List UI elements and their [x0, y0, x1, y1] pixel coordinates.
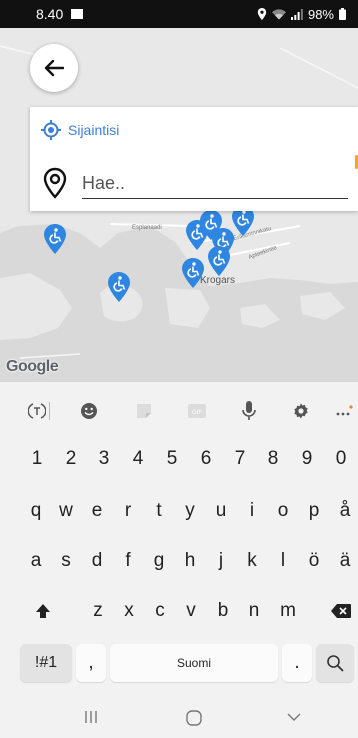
- location-status-icon: [257, 8, 267, 20]
- signal-icon: [290, 8, 303, 20]
- chevron-down-icon: [287, 713, 301, 721]
- key-u[interactable]: u: [208, 492, 234, 530]
- my-location-label: Sijaintisi: [68, 122, 120, 138]
- google-attribution: Google: [6, 358, 59, 375]
- key-d[interactable]: d: [84, 542, 110, 580]
- key-y[interactable]: y: [177, 492, 203, 530]
- gif-icon[interactable]: GIF: [185, 400, 209, 422]
- key-a[interactable]: a: [23, 542, 49, 580]
- key-7[interactable]: 7: [227, 440, 253, 478]
- more-icon[interactable]: [334, 400, 354, 422]
- my-location-button[interactable]: Sijaintisi: [40, 119, 119, 141]
- arrow-left-icon: [44, 59, 64, 77]
- key-9[interactable]: 9: [294, 440, 320, 478]
- key-o-umlaut[interactable]: ö: [301, 542, 327, 580]
- key-r[interactable]: r: [115, 492, 141, 530]
- key-l[interactable]: l: [270, 542, 296, 580]
- key-1[interactable]: 1: [24, 440, 50, 478]
- shift-key[interactable]: [30, 592, 56, 630]
- key-z[interactable]: z: [85, 592, 111, 630]
- key-2[interactable]: 2: [58, 440, 84, 478]
- key-i[interactable]: i: [239, 492, 265, 530]
- gif-label: GIF: [192, 410, 202, 416]
- key-8[interactable]: 8: [260, 440, 286, 478]
- my-location-icon: [41, 120, 61, 140]
- symbols-key[interactable]: !#1: [20, 644, 72, 682]
- location-pin-icon: [43, 167, 67, 199]
- key-e[interactable]: e: [84, 492, 110, 530]
- key-4[interactable]: 4: [125, 440, 151, 478]
- key-p[interactable]: p: [301, 492, 327, 530]
- status-right: 98%: [257, 7, 346, 22]
- key-s[interactable]: s: [53, 542, 79, 580]
- key-n[interactable]: n: [241, 592, 267, 630]
- keyboard-toolbar: GIF: [0, 382, 358, 438]
- image-notification-icon: [71, 9, 84, 19]
- emoji-icon[interactable]: [78, 400, 100, 422]
- key-t[interactable]: t: [146, 492, 172, 530]
- key-5[interactable]: 5: [159, 440, 185, 478]
- mic-icon[interactable]: [239, 400, 259, 422]
- battery-percent: 98%: [307, 6, 334, 22]
- key-w[interactable]: w: [53, 492, 79, 530]
- search-key[interactable]: [316, 644, 354, 682]
- key-q[interactable]: q: [23, 492, 49, 530]
- key-v[interactable]: v: [178, 592, 204, 630]
- key-a-umlaut[interactable]: ä: [332, 542, 358, 580]
- key-o[interactable]: o: [270, 492, 296, 530]
- comma-key[interactable]: ,: [76, 644, 106, 682]
- key-0[interactable]: 0: [328, 440, 354, 478]
- key-g[interactable]: g: [146, 542, 172, 580]
- period-key[interactable]: .: [282, 644, 312, 682]
- screen: 8.40 98% Esplanaadi Eriksminnikatu Aptee…: [0, 0, 358, 738]
- search-row: [42, 163, 348, 199]
- search-input[interactable]: [82, 173, 348, 199]
- map-label-esplanaadi: Esplanaadi: [132, 225, 162, 231]
- key-m[interactable]: m: [275, 592, 301, 630]
- key-a-ring[interactable]: å: [332, 492, 358, 530]
- accessible-parking-pin[interactable]: [182, 258, 204, 288]
- toolbar-divider: [49, 402, 50, 420]
- shift-icon: [36, 604, 50, 618]
- status-bar: 8.40 98%: [0, 0, 358, 28]
- settings-icon[interactable]: [290, 400, 312, 422]
- key-h[interactable]: h: [177, 542, 203, 580]
- space-key[interactable]: Suomi: [110, 644, 278, 682]
- key-f[interactable]: f: [115, 542, 141, 580]
- map-label-krogars: Krogars: [200, 275, 236, 286]
- accessible-parking-pin[interactable]: [44, 224, 66, 254]
- wifi-icon: [271, 8, 286, 19]
- system-nav-bar: [0, 706, 358, 738]
- key-k[interactable]: k: [239, 542, 265, 580]
- battery-icon: [339, 8, 346, 20]
- keyboard: GIF 1 2 3 4 5 6 7 8 9 0 q w e r t y u i …: [0, 382, 358, 738]
- key-j[interactable]: j: [208, 542, 234, 580]
- sticker-icon[interactable]: [133, 400, 155, 422]
- search-icon: [327, 655, 344, 672]
- key-6[interactable]: 6: [193, 440, 219, 478]
- hide-keyboard-button[interactable]: [286, 710, 302, 724]
- home-icon: [186, 710, 202, 726]
- text-mode-icon[interactable]: [25, 400, 49, 422]
- back-button[interactable]: [30, 44, 78, 92]
- backspace-key[interactable]: [328, 592, 354, 630]
- recent-apps-icon: [85, 711, 97, 723]
- key-b[interactable]: b: [210, 592, 236, 630]
- search-card: Sijaintisi: [30, 107, 358, 211]
- key-x[interactable]: x: [116, 592, 142, 630]
- accessible-parking-pin[interactable]: [208, 246, 230, 276]
- backspace-icon: [331, 604, 351, 618]
- key-3[interactable]: 3: [91, 440, 117, 478]
- home-button[interactable]: [186, 710, 202, 726]
- accessible-parking-pin[interactable]: [108, 272, 130, 302]
- status-time: 8.40: [36, 6, 64, 22]
- key-c[interactable]: c: [147, 592, 173, 630]
- recent-apps-button[interactable]: [84, 710, 98, 724]
